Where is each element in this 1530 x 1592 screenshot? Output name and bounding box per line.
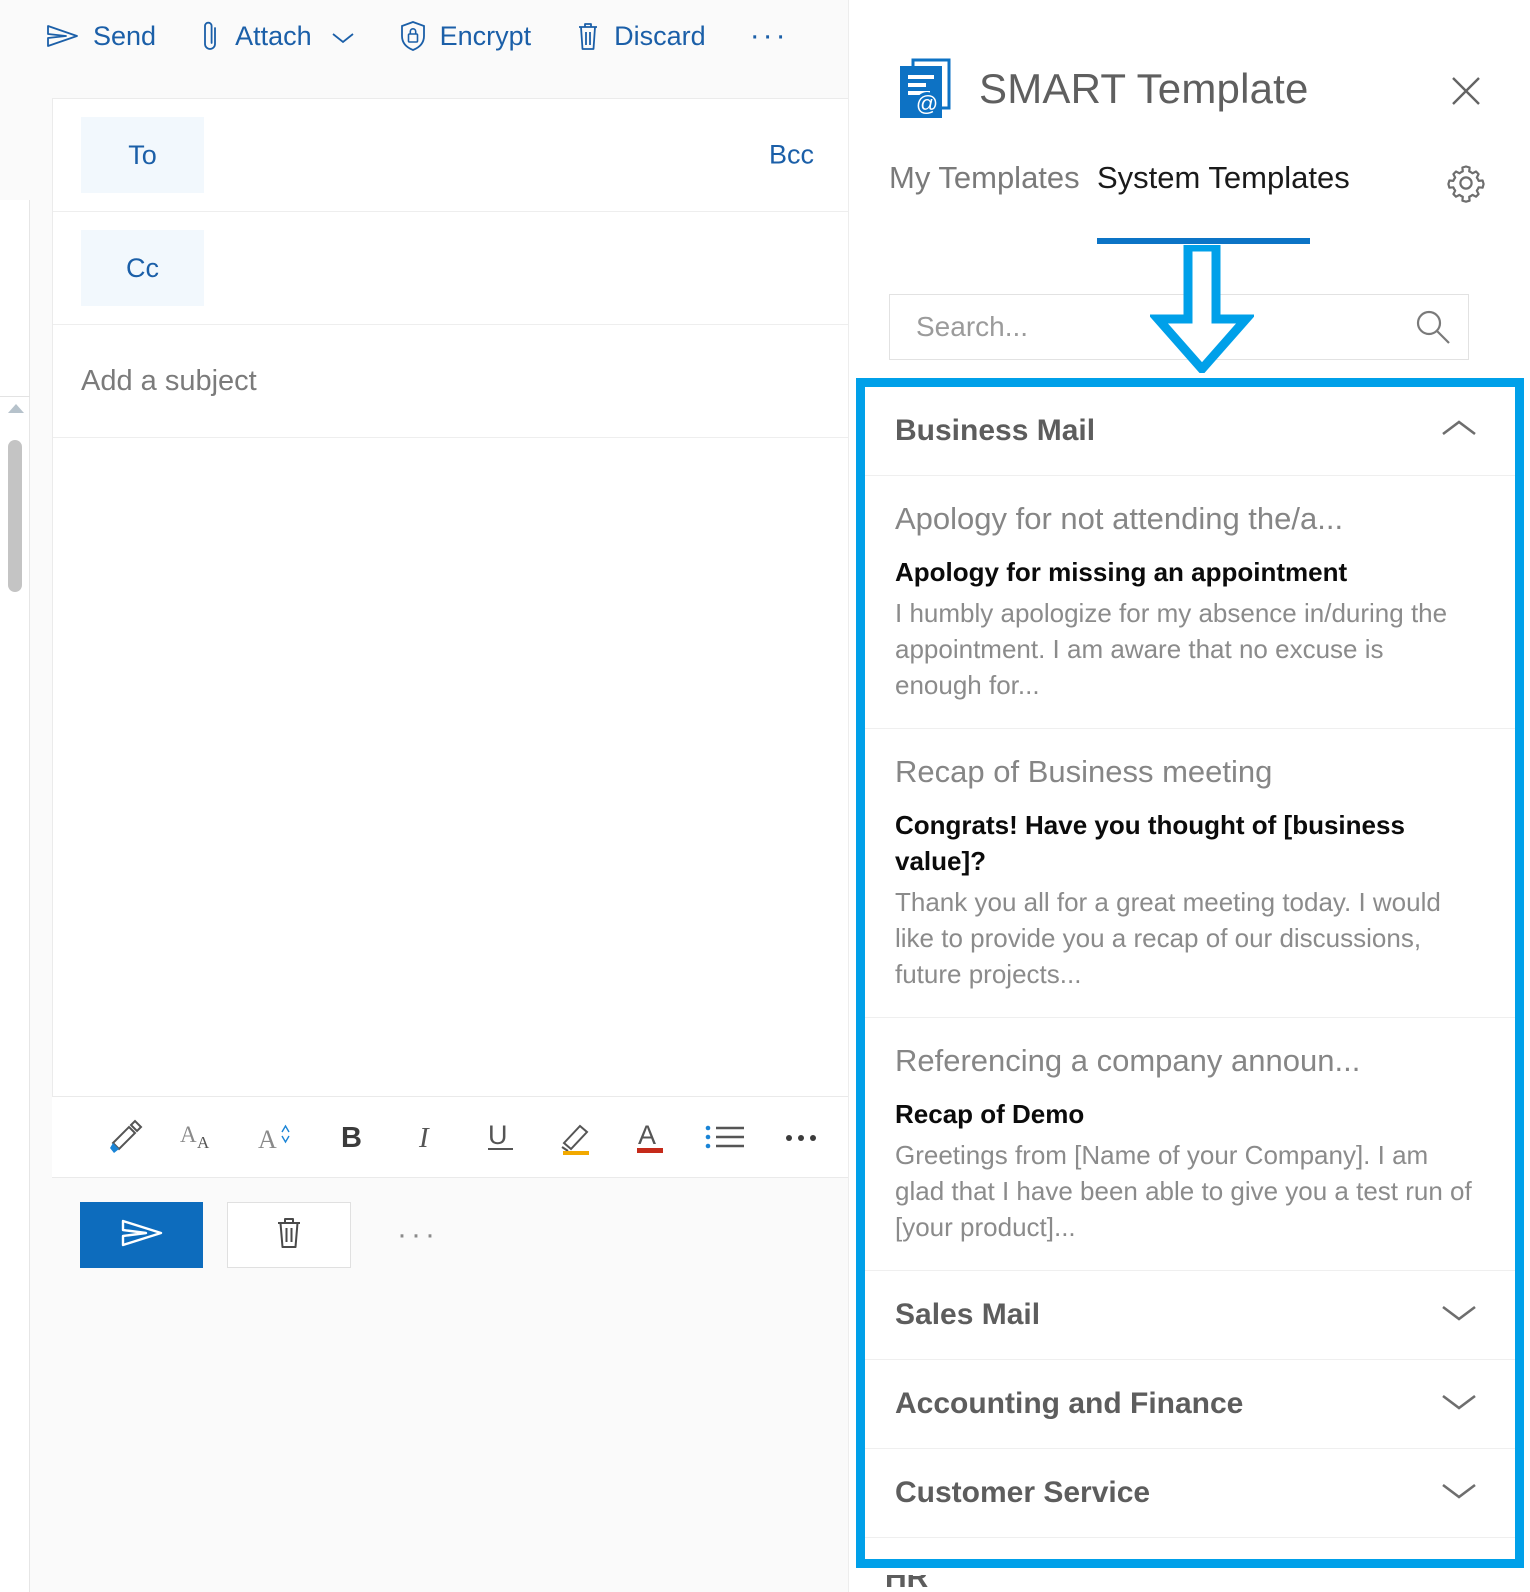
subject-field-row[interactable]: Add a subject	[53, 325, 848, 438]
app-root: Send Attach Encrypt Discard ··· To Bcc C…	[0, 0, 1530, 1592]
attach-command[interactable]: Attach	[200, 14, 377, 58]
template-subject: Apology for missing an appointment	[895, 556, 1348, 587]
category-row[interactable]: Sales Mail	[865, 1271, 1515, 1360]
svg-text:A: A	[258, 1125, 277, 1154]
chevron-down-icon[interactable]	[1439, 1478, 1479, 1507]
tab-my-templates[interactable]: My Templates	[889, 160, 1080, 226]
discard-command-label: Discard	[614, 20, 706, 51]
category-row[interactable]: Accounting and Finance	[865, 1360, 1515, 1449]
trash-icon	[575, 20, 601, 52]
page-title: SMART Template	[979, 65, 1309, 112]
gear-icon[interactable]	[1441, 158, 1491, 208]
template-name: Apology for not attending the/a...	[895, 501, 1344, 536]
to-field-row[interactable]: To Bcc	[53, 99, 848, 212]
partial-category-label: HR	[885, 1575, 929, 1592]
formatting-toolbar: AA A B I U A	[52, 1096, 848, 1178]
category-label: Sales Mail	[895, 1297, 1041, 1331]
command-overflow-button[interactable]: ···	[728, 19, 789, 53]
template-preview: Thank you all for a great meeting today.…	[895, 887, 1441, 990]
template-name: Recap of Business meeting	[895, 753, 1273, 789]
template-list-item[interactable]: Recap of Business meeting Congrats! Have …	[865, 729, 1515, 1019]
template-tabs: My Templates System Templates	[849, 160, 1530, 246]
attach-command-label: Attach	[235, 20, 312, 51]
mail-compose-window: Send Attach Encrypt Discard ··· To Bcc C…	[0, 0, 848, 1592]
compose-command-bar: Send Attach Encrypt Discard ···	[0, 0, 848, 72]
template-subject: Congrats! Have you thought of [business …	[895, 809, 1405, 877]
bulleted-list-icon[interactable]	[688, 1107, 763, 1167]
close-icon[interactable]	[1443, 68, 1489, 114]
message-body-area[interactable]	[53, 438, 848, 1038]
scrollbar-divider	[0, 396, 30, 397]
discard-button[interactable]	[227, 1202, 351, 1268]
category-row[interactable]: Payments and Creditors	[865, 1538, 1515, 1559]
svg-text:I: I	[418, 1122, 430, 1154]
template-category-list: Business Mail Apology for not attending t…	[865, 387, 1515, 1559]
bcc-button[interactable]: Bcc	[769, 140, 814, 171]
shield-lock-icon	[399, 20, 427, 52]
to-label[interactable]: To	[81, 117, 204, 193]
chevron-down-icon[interactable]	[1439, 1389, 1479, 1418]
scrollbar-thumb[interactable]	[8, 440, 22, 592]
compose-body-frame: To Bcc Cc Add a subject AA A B I U A ···	[0, 72, 848, 1592]
encrypt-command[interactable]: Encrypt	[399, 14, 554, 58]
send-icon	[46, 23, 80, 49]
send-icon	[119, 1216, 165, 1255]
category-label: Business Mail	[895, 414, 1096, 447]
template-preview: Greetings from [Name of your Company]. I…	[895, 1140, 1472, 1243]
category-row[interactable]: Customer Service	[865, 1449, 1515, 1538]
tab-system-templates[interactable]: System Templates	[1097, 160, 1350, 226]
task-pane-header: @ SMART Template	[849, 0, 1530, 146]
bold-icon[interactable]: B	[313, 1107, 388, 1167]
format-painter-icon[interactable]	[88, 1107, 163, 1167]
send-command-label: Send	[93, 20, 157, 51]
send-button[interactable]	[80, 1202, 203, 1268]
template-list-item[interactable]: Apology for not attending the/a... Apolog…	[865, 476, 1515, 729]
smart-template-task-pane: @ SMART Template My Templates System Tem…	[848, 0, 1530, 1592]
template-subject: Recap of Demo	[895, 1098, 1085, 1129]
send-command[interactable]: Send	[46, 17, 178, 56]
encrypt-command-label: Encrypt	[439, 20, 532, 51]
smart-template-logo-icon: @	[896, 58, 954, 120]
template-list-item[interactable]: Referencing a company announ... Recap of …	[865, 1018, 1515, 1271]
template-name: Referencing a company announ...	[895, 1043, 1361, 1079]
discard-command[interactable]: Discard	[575, 14, 728, 58]
more-formatting-icon[interactable]	[763, 1107, 838, 1167]
subject-placeholder: Add a subject	[81, 364, 257, 397]
action-overflow-button[interactable]: ···	[375, 1218, 439, 1252]
scroll-up-arrow-icon[interactable]	[8, 404, 24, 413]
active-tab-underline	[1097, 238, 1310, 244]
search-input[interactable]	[890, 311, 1398, 343]
font-color-icon[interactable]: A	[613, 1107, 688, 1167]
font-icon[interactable]: AA	[163, 1107, 238, 1167]
chevron-down-icon	[331, 23, 355, 50]
paperclip-icon	[200, 20, 222, 52]
svg-text:B: B	[341, 1122, 362, 1154]
svg-text:@: @	[916, 91, 938, 116]
category-label: Accounting and Finance	[895, 1386, 1244, 1420]
search-icon[interactable]	[1398, 306, 1468, 348]
highlight-icon[interactable]	[538, 1107, 613, 1167]
underline-icon[interactable]: U	[463, 1107, 538, 1167]
svg-text:A: A	[197, 1133, 210, 1152]
template-preview: I humbly apologize for my absence in/dur…	[895, 598, 1448, 700]
category-row[interactable]: Business Mail	[865, 387, 1515, 476]
partial-category-row[interactable]: HR	[855, 1575, 1515, 1592]
chevron-down-icon[interactable]	[1439, 1300, 1479, 1329]
cc-field-row[interactable]: Cc	[53, 212, 848, 325]
svg-text:U: U	[488, 1120, 508, 1150]
search-box[interactable]	[889, 294, 1469, 360]
chevron-up-icon[interactable]	[1439, 417, 1479, 446]
compose-scrollbar[interactable]	[0, 200, 30, 1592]
svg-text:A: A	[638, 1120, 656, 1150]
highlight-rectangle-annotation: Business Mail Apology for not attending t…	[856, 378, 1524, 1568]
trash-icon	[273, 1214, 305, 1257]
compose-card: To Bcc Cc Add a subject	[52, 98, 848, 1268]
italic-icon[interactable]: I	[388, 1107, 463, 1167]
compose-action-bar: ···	[52, 1178, 848, 1292]
category-label: Customer Service	[895, 1475, 1151, 1509]
font-size-icon[interactable]: A	[238, 1107, 313, 1167]
svg-text:A: A	[180, 1122, 197, 1147]
cc-label[interactable]: Cc	[81, 230, 204, 306]
